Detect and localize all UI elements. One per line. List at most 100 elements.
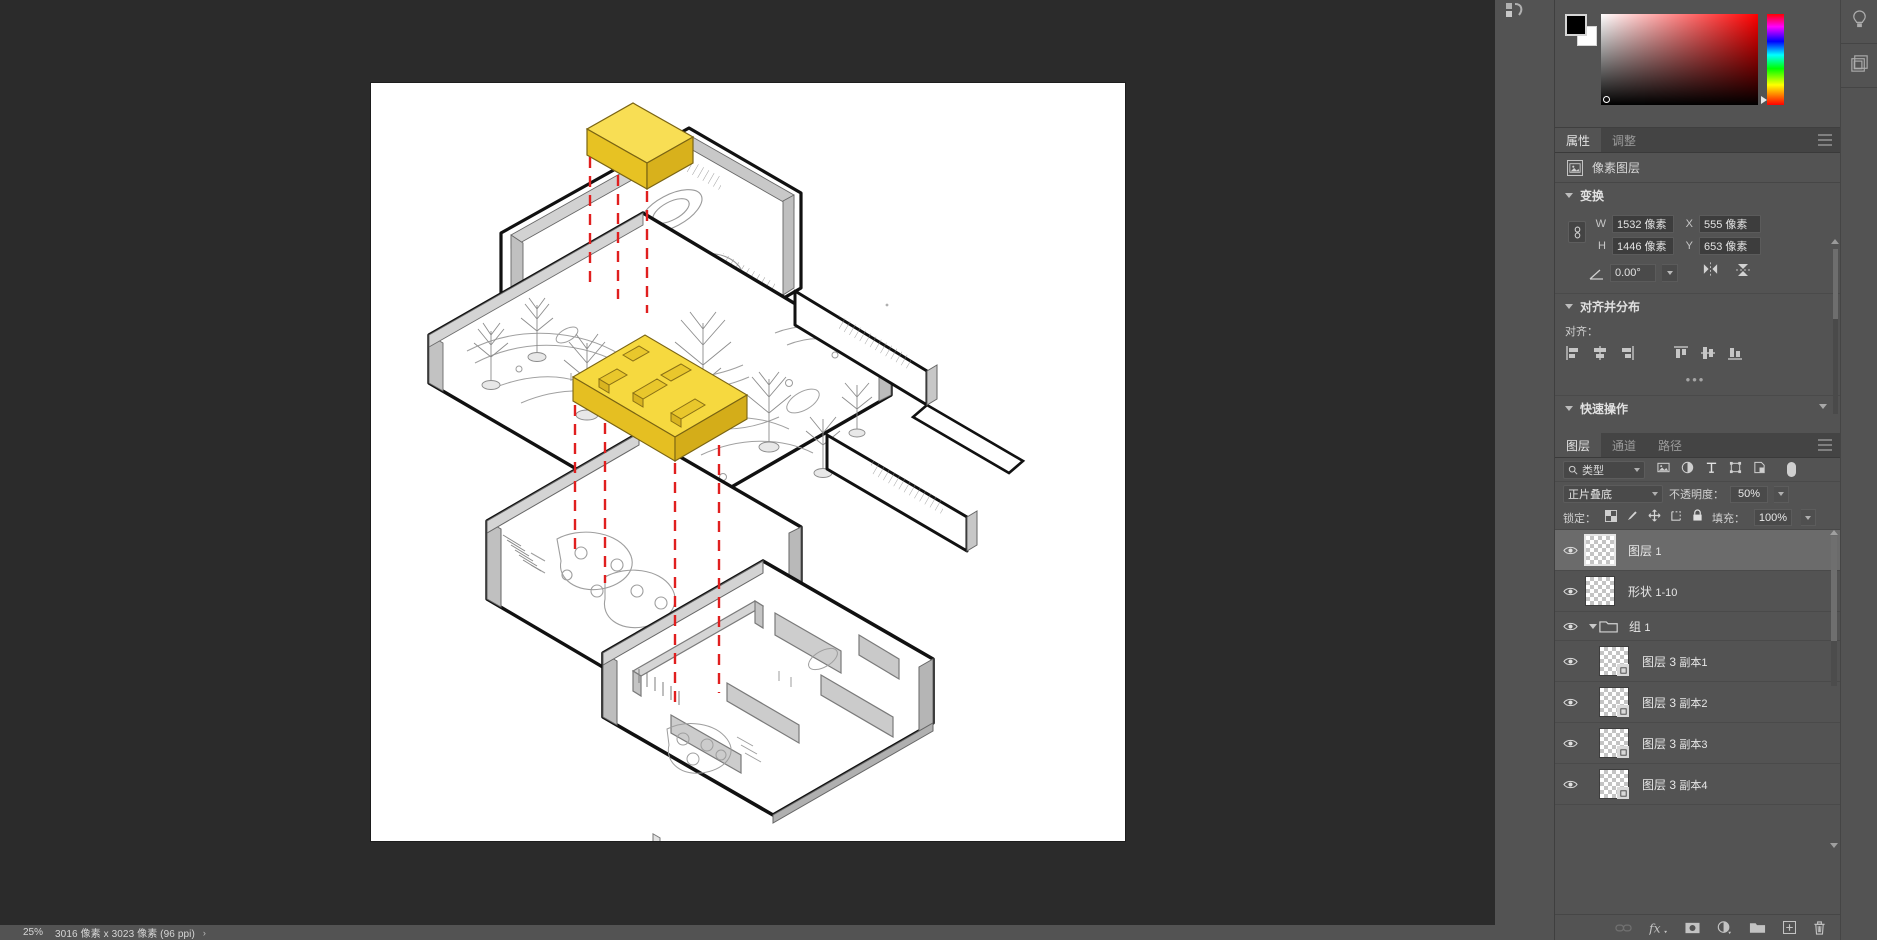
chevron-down-icon[interactable] <box>1652 492 1658 496</box>
hue-slider[interactable] <box>1767 14 1784 105</box>
rail-button-libraries[interactable] <box>1841 0 1877 44</box>
y-input[interactable]: 653 像素 <box>1699 237 1761 255</box>
layer-list[interactable]: 图层 1 形状 1-10 组 1 图层 3 副本1 图层 3 副本2 图层 3 … <box>1555 530 1840 866</box>
chevron-down-icon[interactable] <box>1634 467 1640 472</box>
lock-artboard-nesting-icon[interactable] <box>1670 509 1683 527</box>
lock-all-icon[interactable] <box>1692 508 1703 527</box>
rail-button-layer-comps[interactable] <box>1841 44 1877 88</box>
align-bottom-icon[interactable] <box>1727 345 1743 366</box>
layer-visibility-toggle[interactable] <box>1555 697 1585 708</box>
chevron-down-icon[interactable] <box>1565 303 1573 309</box>
table-row[interactable]: 图层 3 副本2 <box>1555 682 1840 723</box>
filter-smart-object-icon[interactable] <box>1753 461 1766 479</box>
align-center-vertical-icon[interactable] <box>1700 345 1716 366</box>
layer-visibility-toggle[interactable] <box>1555 738 1585 749</box>
layer-visibility-toggle[interactable] <box>1555 545 1585 556</box>
layer-thumbnail[interactable] <box>1585 576 1615 606</box>
align-top-icon[interactable] <box>1673 345 1689 366</box>
lock-position-icon[interactable] <box>1648 509 1661 527</box>
link-dimensions-button[interactable] <box>1568 221 1586 243</box>
tab-layers[interactable]: 图层 <box>1555 433 1602 457</box>
color-field-cursor[interactable] <box>1603 96 1610 103</box>
layer-list-scroll-up-icon[interactable] <box>1830 530 1838 535</box>
group-expand-toggle[interactable] <box>1587 623 1599 629</box>
canvas-area[interactable] <box>0 0 1495 925</box>
align-center-horizontal-icon[interactable] <box>1592 345 1608 366</box>
align-more-button[interactable]: ••• <box>1565 372 1840 387</box>
tab-adjustments[interactable]: 调整 <box>1601 128 1648 152</box>
layer-visibility-toggle[interactable] <box>1555 779 1585 790</box>
properties-scroll-up-arrow[interactable] <box>1831 239 1839 244</box>
table-row[interactable]: 图层 1 <box>1555 530 1840 571</box>
properties-panel-menu-icon[interactable] <box>1818 134 1832 146</box>
table-row[interactable]: 图层 3 副本3 <box>1555 723 1840 764</box>
section-align-header[interactable]: 对齐并分布 <box>1555 294 1840 318</box>
layer-filter-type-select[interactable]: 类型 <box>1563 460 1645 479</box>
tab-properties[interactable]: 属性 <box>1555 128 1602 152</box>
flip-vertical-icon[interactable] <box>1735 262 1751 283</box>
rotation-dropdown-icon[interactable] <box>1662 263 1678 282</box>
color-panel[interactable] <box>1555 0 1840 128</box>
tab-paths[interactable]: 路径 <box>1647 433 1694 457</box>
status-bar: 25% 3016 像素 x 3023 像素 (96 ppi) › <box>0 925 1495 940</box>
layer-visibility-toggle[interactable] <box>1555 586 1585 597</box>
layer-thumbnail[interactable] <box>1599 646 1629 676</box>
new-layer-icon[interactable] <box>1783 921 1796 934</box>
section-transform-header[interactable]: 变换 <box>1555 183 1840 207</box>
width-input[interactable]: 1532 像素 <box>1612 215 1674 233</box>
zoom-level[interactable]: 25% <box>0 927 55 938</box>
table-row[interactable]: 图层 3 副本4 <box>1555 764 1840 805</box>
chevron-down-icon[interactable] <box>1565 405 1573 411</box>
blend-mode-select[interactable]: 正片叠底 <box>1563 485 1663 503</box>
tab-channels[interactable]: 通道 <box>1601 433 1648 457</box>
opacity-dropdown-icon[interactable] <box>1774 485 1789 503</box>
layer-style-fx-icon[interactable]: fx <box>1649 921 1668 935</box>
color-swatches[interactable] <box>1565 14 1597 46</box>
lock-transparent-pixels-icon[interactable] <box>1605 509 1617 527</box>
layer-list-scroll-down-icon[interactable] <box>1830 843 1838 848</box>
height-input[interactable]: 1446 像素 <box>1612 237 1674 255</box>
delete-layer-icon[interactable] <box>1813 920 1826 935</box>
layer-visibility-toggle[interactable] <box>1555 621 1585 632</box>
quick-actions-scroll-down-icon[interactable] <box>1819 404 1827 409</box>
x-input[interactable]: 555 像素 <box>1699 215 1761 233</box>
filter-adjustment-icon[interactable] <box>1681 461 1694 479</box>
filter-enable-toggle[interactable] <box>1787 462 1796 477</box>
color-field[interactable] <box>1601 14 1758 105</box>
lock-image-pixels-icon[interactable] <box>1626 509 1639 527</box>
layer-thumbnail[interactable] <box>1599 687 1629 717</box>
flip-horizontal-icon[interactable] <box>1702 262 1719 283</box>
layers-panel-menu-icon[interactable] <box>1818 439 1832 451</box>
layer-list-scrollbar[interactable] <box>1831 536 1837 686</box>
status-expand-icon[interactable]: › <box>203 928 206 938</box>
align-right-icon[interactable] <box>1619 345 1635 366</box>
new-adjustment-layer-icon[interactable] <box>1717 920 1732 935</box>
section-quick-actions-header[interactable]: 快速操作 <box>1555 396 1840 420</box>
foreground-color-swatch[interactable] <box>1565 14 1587 36</box>
filter-pixel-icon[interactable] <box>1657 461 1670 479</box>
rotation-input[interactable]: 0.00° <box>1610 263 1656 282</box>
fill-input[interactable]: 100% <box>1754 509 1792 526</box>
layer-thumbnail[interactable] <box>1584 534 1616 566</box>
link-layers-icon[interactable] <box>1615 922 1632 934</box>
layer-name-suffix: 副本4 <box>1679 779 1708 792</box>
align-left-icon[interactable] <box>1565 345 1581 366</box>
add-layer-mask-icon[interactable] <box>1685 922 1700 934</box>
document-canvas[interactable] <box>371 83 1125 841</box>
layer-thumbnail[interactable] <box>1599 728 1629 758</box>
list-item: 图层 3 副本1 <box>1642 653 1707 670</box>
table-row[interactable]: 组 1 <box>1555 612 1840 641</box>
new-group-icon[interactable] <box>1749 921 1766 934</box>
chevron-down-icon[interactable] <box>1565 192 1573 198</box>
layer-visibility-toggle[interactable] <box>1555 656 1585 667</box>
history-brush-icon[interactable] <box>1503 0 1529 22</box>
table-row[interactable]: 图层 3 副本1 <box>1555 641 1840 682</box>
pixel-layer-icon <box>1567 159 1583 176</box>
opacity-input[interactable]: 50% <box>1730 485 1768 503</box>
filter-type-icon[interactable] <box>1705 461 1718 479</box>
filter-shape-icon[interactable] <box>1729 461 1742 479</box>
hue-slider-marker[interactable] <box>1761 96 1767 104</box>
fill-dropdown-icon[interactable] <box>1801 509 1816 526</box>
layer-thumbnail[interactable] <box>1599 769 1629 799</box>
table-row[interactable]: 形状 1-10 <box>1555 571 1840 612</box>
